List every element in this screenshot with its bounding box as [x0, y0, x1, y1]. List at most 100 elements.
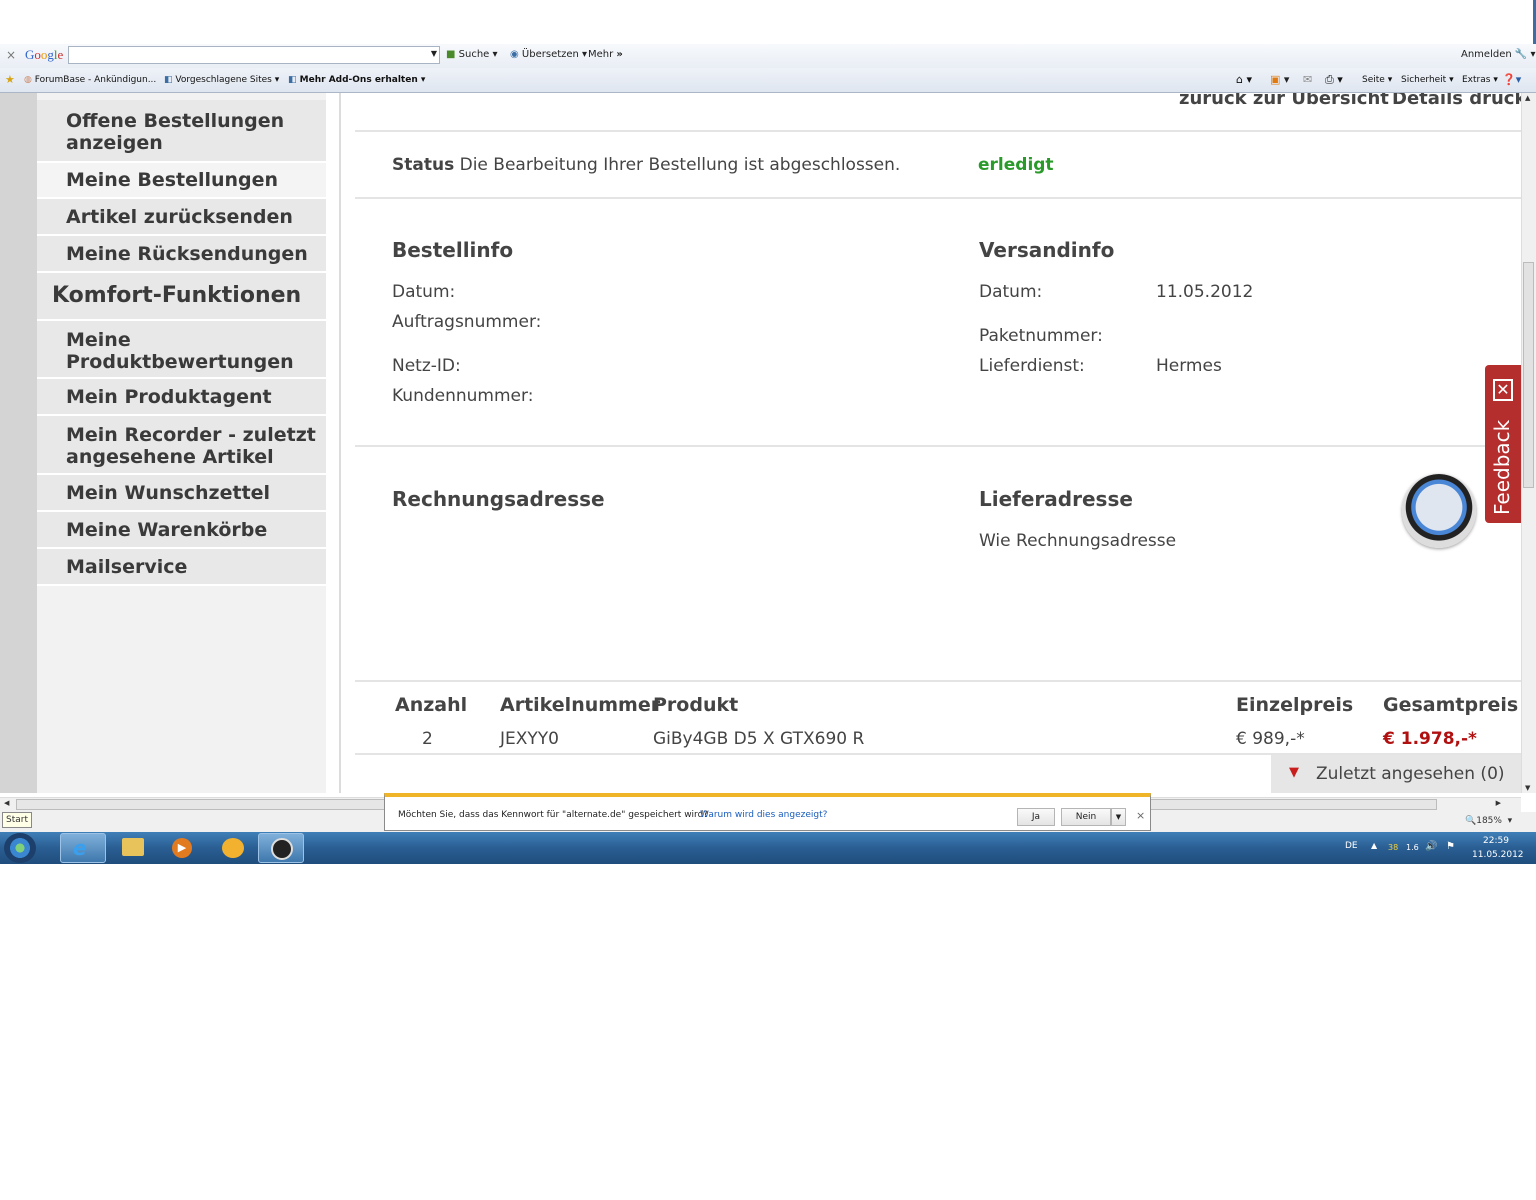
divider [355, 680, 1521, 682]
start-tooltip: Start [2, 812, 32, 828]
password-question: Möchten Sie, dass das Kennwort für "alte… [398, 810, 709, 820]
back-to-overview-link[interactable]: zurück zur Übersicht [1179, 93, 1389, 109]
search-icon: ■ [446, 49, 456, 60]
tray-temperature: 38 [1388, 843, 1399, 852]
col-header-total-price: Gesamtpreis [1383, 694, 1519, 716]
translate-button[interactable]: ◉ Übersetzen ▾ [510, 49, 587, 60]
sidebar-item-carts[interactable]: Meine Warenkörbe [37, 512, 326, 549]
sidebar-item-my-orders[interactable]: Meine Bestellungen [37, 163, 326, 199]
start-button-icon[interactable] [4, 833, 36, 863]
why-shown-link[interactable]: Warum wird dies angezeigt? [700, 810, 827, 820]
vertical-scroll-thumb[interactable] [1523, 262, 1534, 488]
delivery-address-text: Wie Rechnungsadresse [979, 531, 1177, 551]
left-rail [0, 93, 37, 793]
status-line: Status Die Bearbeitung Ihrer Bestellung … [392, 155, 901, 175]
feedback-label: Feedback [1490, 419, 1514, 515]
taskbar-steam-icon[interactable] [258, 833, 304, 863]
triangle-down-icon: ▼ [1289, 765, 1299, 780]
carrier-label: Lieferdienst: [979, 356, 1085, 376]
chevron-down-icon[interactable]: ▼ [1111, 808, 1126, 826]
shipping-date-label: Datum: [979, 282, 1043, 302]
content-separator [339, 93, 341, 793]
clock-time[interactable]: 22:59 [1483, 836, 1509, 846]
web-page: Offene Bestellungen anzeigen Meine Beste… [0, 93, 1521, 793]
scroll-right-icon[interactable]: ▶ [1496, 799, 1501, 807]
no-button[interactable]: Nein [1061, 808, 1111, 826]
action-center-flag-icon[interactable]: ⚑ [1446, 841, 1455, 852]
zoom-control[interactable]: 🔍185% ▾ [1465, 816, 1512, 826]
divider [355, 445, 1521, 447]
top-blank-area [0, 0, 1536, 44]
favorites-star-icon[interactable]: ★ [5, 73, 15, 86]
print-icon[interactable]: ⎙ ▾ [1325, 73, 1343, 87]
favorite-addons[interactable]: ◧ Mehr Add-Ons erhalten ▾ [288, 75, 425, 85]
mail-icon: ✕ [1493, 379, 1513, 401]
help-icon[interactable]: ❓▾ [1502, 73, 1521, 86]
sidebar-item-return-items[interactable]: Artikel zurücksenden [37, 199, 326, 236]
print-details-link[interactable]: Details drucke [1392, 93, 1521, 109]
sidebar-item-recorder[interactable]: Mein Recorder - zuletzt angesehene Artik… [37, 416, 326, 475]
safety-menu[interactable]: Sicherheit ▾ [1401, 75, 1454, 85]
tray-cpu: 1.6 [1406, 843, 1419, 852]
row-product[interactable]: GiBy4GB D5 X GTX690 R [653, 729, 864, 749]
sidebar-section-comfort: Komfort-Funktionen [37, 273, 326, 321]
google-search-box[interactable]: ▼ [68, 46, 440, 64]
language-indicator[interactable]: DE [1345, 841, 1358, 851]
recently-viewed-bar[interactable]: ▼ Zuletzt angesehen (0) [1271, 755, 1521, 793]
package-number-label: Paketnummer: [979, 326, 1103, 346]
sidebar-item-mailservice[interactable]: Mailservice [37, 549, 326, 586]
row-unit-price: € 989,-* [1236, 729, 1305, 749]
wrench-icon[interactable]: 🔧 [1515, 49, 1527, 60]
customer-number-label: Kundennummer: [392, 386, 534, 406]
chat-bubble-icon[interactable] [1402, 474, 1476, 548]
feedback-tab[interactable]: ✕ Feedback [1485, 365, 1521, 523]
sidebar-item-product-reviews[interactable]: Meine Produktbewertungen [37, 321, 326, 379]
favorite-suggested-sites[interactable]: ◧ Vorgeschlagene Sites ▾ [164, 75, 279, 85]
sidebar-item-wishlist[interactable]: Mein Wunschzettel [37, 475, 326, 512]
page-icon: ◍ [24, 75, 32, 85]
toolbar-close-button[interactable]: × [6, 48, 16, 62]
divider [355, 130, 1521, 132]
shipping-date-value: 11.05.2012 [1156, 282, 1254, 302]
sidebar-item-product-agent[interactable]: Mein Produktagent [37, 379, 326, 416]
favorite-forumbase[interactable]: ◍ ForumBase - Ankündigun... [24, 75, 156, 85]
ie-page-icon: ◧ [164, 75, 173, 85]
password-save-bar: Möchten Sie, dass das Kennwort für "alte… [384, 793, 1151, 831]
volume-icon[interactable]: 🔊 [1425, 841, 1437, 852]
google-search-input[interactable] [69, 47, 428, 63]
close-icon[interactable]: × [1136, 809, 1145, 822]
tray-expand-icon[interactable]: ▲ [1371, 841, 1377, 850]
windows-taskbar: e ▶ DE ▲ 38 1.6 🔊 ⚑ 22:59 11.05.2012 [0, 832, 1536, 864]
mail-icon[interactable]: ✉ [1303, 73, 1312, 86]
scroll-left-icon[interactable]: ◀ [4, 799, 9, 807]
delivery-address-heading: Lieferadresse [979, 487, 1133, 511]
page-menu[interactable]: Seite ▾ [1362, 75, 1392, 85]
tools-menu[interactable]: Extras ▾ [1462, 75, 1498, 85]
home-icon[interactable]: ⌂ ▾ [1236, 73, 1252, 86]
signin-button[interactable]: Anmelden 🔧 ▾ [1461, 49, 1536, 60]
status-badge: erledigt [978, 155, 1054, 175]
ie-page-icon: ◧ [288, 75, 297, 85]
rss-icon[interactable]: ▣ ▾ [1270, 73, 1289, 86]
recently-viewed-label: Zuletzt angesehen (0) [1316, 764, 1505, 784]
google-toolbar: × Google ▼ ■ Suche ▾ ◉ Übersetzen ▾ Mehr… [0, 44, 1536, 68]
row-total-price: € 1.978,-* [1383, 729, 1477, 749]
shipping-info-heading: Versandinfo [979, 238, 1115, 262]
more-button[interactable]: Mehr » [588, 49, 623, 60]
chevron-down-icon[interactable]: ▼ [431, 49, 437, 58]
taskbar-media-player-icon[interactable]: ▶ [160, 833, 206, 863]
scroll-up-icon[interactable]: ▲ [1525, 94, 1530, 102]
scroll-down-icon[interactable]: ▼ [1525, 784, 1530, 792]
clock-date[interactable]: 11.05.2012 [1472, 850, 1524, 860]
taskbar-ie-icon[interactable]: e [60, 833, 106, 863]
sidebar-item-open-orders[interactable]: Offene Bestellungen anzeigen [37, 100, 326, 163]
col-header-qty: Anzahl [395, 694, 468, 716]
search-button[interactable]: ■ Suche ▾ [446, 49, 498, 60]
google-logo: Google [25, 47, 64, 62]
taskbar-explorer-icon[interactable] [110, 833, 156, 863]
row-sku: JEXYY0 [500, 729, 559, 749]
zoom-icon: 🔍 [1465, 816, 1477, 826]
sidebar-item-my-returns[interactable]: Meine Rücksendungen [37, 236, 326, 273]
taskbar-app-icon[interactable] [210, 833, 256, 863]
yes-button[interactable]: Ja [1017, 808, 1055, 826]
